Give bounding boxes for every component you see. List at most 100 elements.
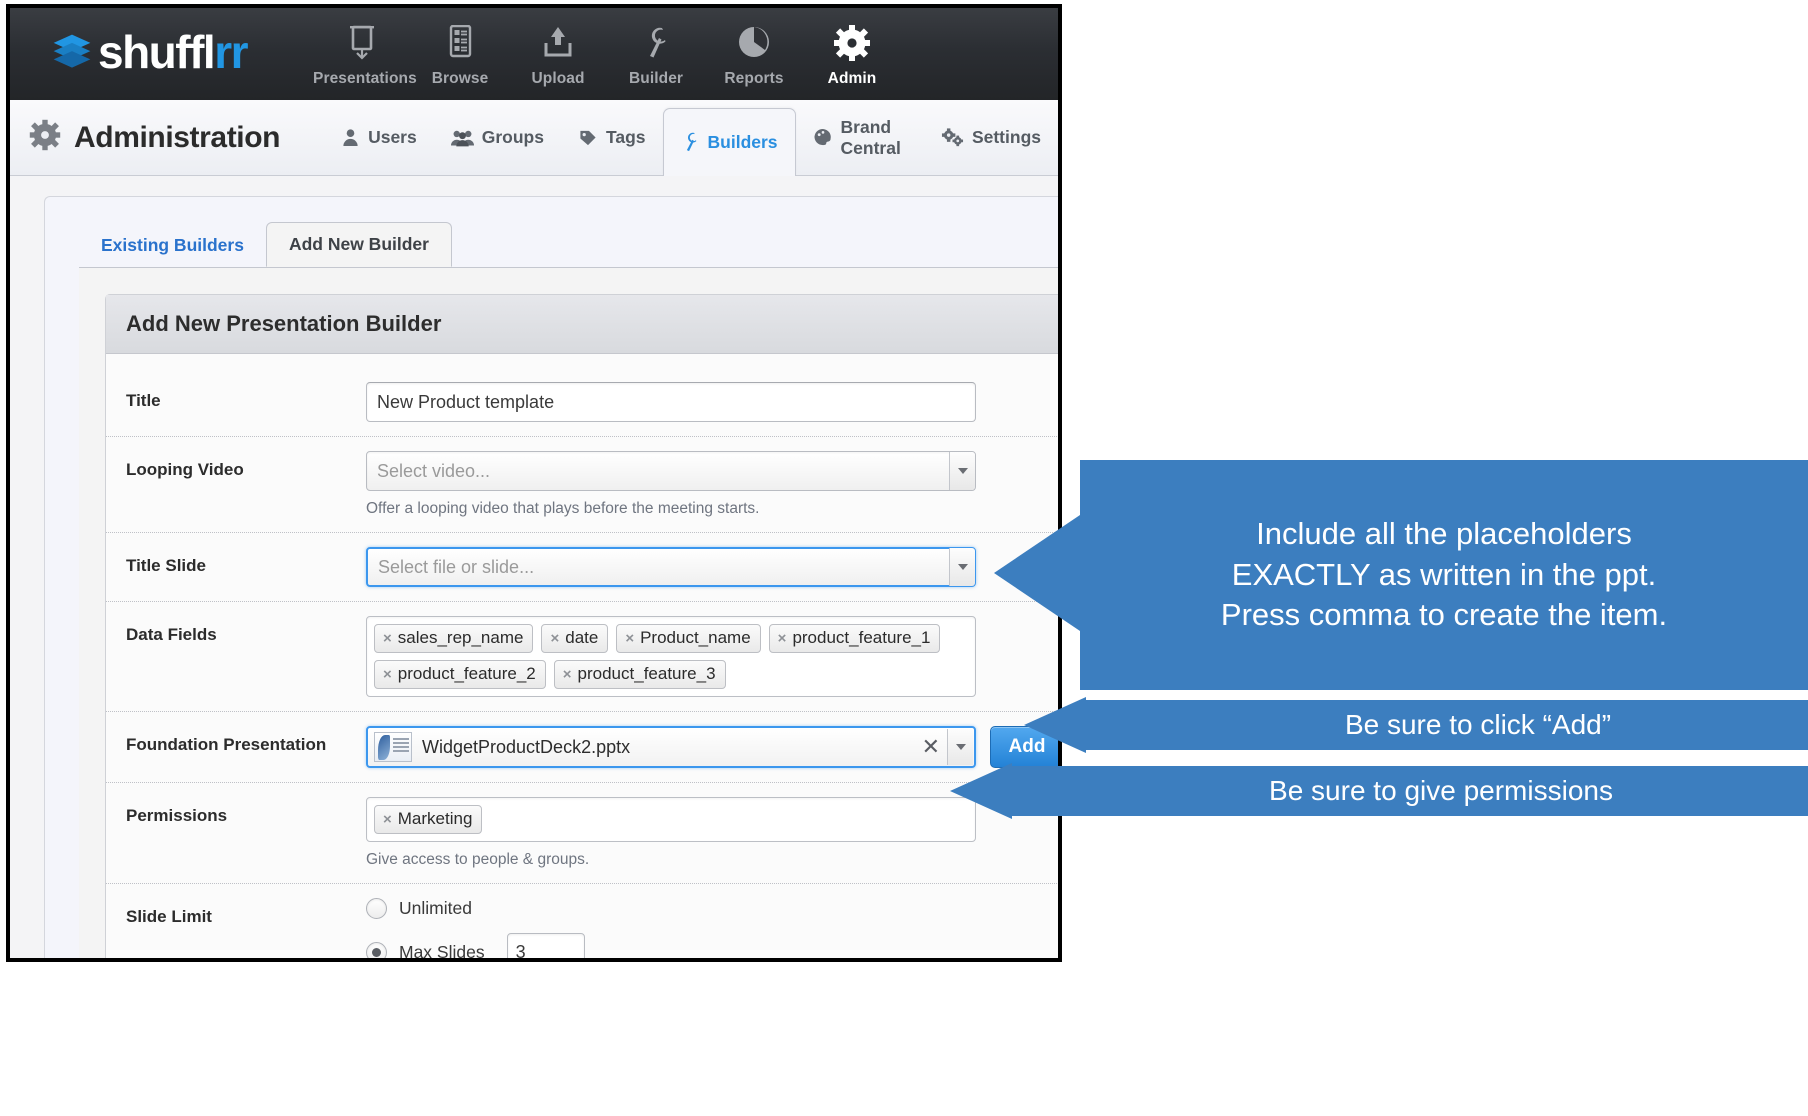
permissions-tag-input[interactable]: × Marketing: [366, 797, 976, 842]
title-input[interactable]: [366, 382, 976, 422]
pie-chart-icon: [705, 22, 803, 64]
admin-tab-tags[interactable]: Tags: [561, 100, 663, 176]
callout-click-add: Be sure to click “Add”: [1024, 697, 1808, 753]
radio-max-slides[interactable]: [366, 941, 387, 958]
form-row-looping-video: Looping Video Select video... Offer a lo…: [106, 437, 1058, 533]
subtab-add-new-builder[interactable]: Add New Builder: [265, 222, 452, 267]
card-title: Add New Presentation Builder: [106, 295, 1058, 354]
label-title-slide: Title Slide: [126, 556, 206, 575]
nav-label-reports: Reports: [724, 70, 784, 87]
data-fields-tag-input[interactable]: × sales_rep_name × date × Product_name ×…: [366, 616, 976, 697]
field-title: [366, 382, 1058, 422]
tag-item[interactable]: × date: [541, 624, 609, 653]
gears-icon: [941, 127, 964, 148]
foundation-dropdown-button[interactable]: [947, 729, 973, 765]
nav-label-admin: Admin: [827, 70, 877, 87]
admin-tab-label-brand-central: Brand Central: [840, 116, 901, 158]
subtab-existing-builders[interactable]: Existing Builders: [79, 224, 266, 267]
tag-remove-icon[interactable]: ×: [625, 631, 634, 646]
shufflrr-logo[interactable]: shufflrr: [50, 22, 249, 82]
callout-placeholders-box: Include all the placeholders EXACTLY as …: [1080, 460, 1808, 690]
nav-label-browse: Browse: [431, 70, 489, 87]
radio-row-unlimited: Unlimited: [366, 898, 1058, 919]
nav-label-upload: Upload: [531, 70, 585, 87]
admin-tab-label-builders: Builders: [707, 131, 778, 152]
label-title: Title: [126, 391, 161, 410]
max-slides-input[interactable]: [506, 933, 585, 958]
tag-item[interactable]: × product_feature_3: [553, 660, 726, 689]
tag-label: Marketing: [397, 809, 473, 828]
chevron-down-icon: [957, 468, 968, 474]
foundation-file-select[interactable]: WidgetProductDeck2.pptx ✕: [366, 726, 976, 768]
add-new-builder-panel: Add New Presentation Builder Title New P…: [79, 267, 1058, 962]
app-window: shufflrr Presentations Browse Upload Bui…: [6, 4, 1062, 962]
shufflrr-logo-icon: [50, 30, 94, 74]
permissions-hint: Give access to people & groups.: [366, 851, 590, 868]
wrench-icon: [607, 22, 705, 64]
tag-remove-icon[interactable]: ×: [383, 812, 392, 827]
title-slide-select[interactable]: Select file or slide...: [366, 547, 976, 587]
field-title-slide: Select file or slide...: [366, 547, 1058, 587]
radio-label-max-slides: Max Slides: [399, 941, 485, 962]
looping-video-select[interactable]: Select video...: [366, 451, 976, 491]
tag-remove-icon[interactable]: ×: [778, 631, 787, 646]
label-looping-video: Looping Video: [126, 460, 244, 479]
tag-remove-icon[interactable]: ×: [563, 667, 572, 682]
foundation-filename: WidgetProductDeck2.pptx: [422, 736, 631, 757]
screenshot-root: shufflrr Presentations Browse Upload Bui…: [0, 0, 1808, 1116]
admin-tab-brand-central[interactable]: Brand Central: [796, 100, 924, 176]
label-foundation-presentation: Foundation Presentation: [126, 735, 327, 754]
form-row-title-slide: Title Slide Select file or slide...: [106, 533, 1058, 602]
logo-text-blue: rr: [214, 26, 248, 78]
callout-placeholders-line2: EXACTLY as written in the ppt.: [1231, 556, 1657, 592]
form-row-data-fields: Data Fields × sales_rep_name × date × Pr…: [106, 602, 1058, 712]
form-row-foundation-presentation: Foundation Presentation WidgetProductDec…: [106, 712, 1058, 783]
nav-item-browse[interactable]: Browse: [411, 16, 509, 88]
title-slide-select-wrap: Select file or slide...: [366, 547, 976, 587]
top-nav-items: Presentations Browse Upload Builder Repo…: [313, 16, 901, 88]
user-icon: [341, 128, 360, 147]
tag-item[interactable]: × product_feature_2: [374, 660, 546, 689]
form-row-slide-limit: Slide Limit Unlimited Max Slides: [106, 884, 1058, 962]
callout-placeholders-line3: Press comma to create the item.: [1220, 597, 1668, 633]
field-foundation-presentation: WidgetProductDeck2.pptx ✕ Add: [366, 726, 1058, 768]
nav-item-builder[interactable]: Builder: [607, 16, 705, 88]
nav-label-builder: Builder: [628, 70, 684, 87]
presentation-screen-icon: [313, 22, 411, 64]
field-data-fields: × sales_rep_name × date × Product_name ×…: [366, 616, 1058, 697]
tag-item[interactable]: × Product_name: [616, 624, 761, 653]
close-x-icon[interactable]: ✕: [922, 734, 940, 760]
admin-tab-label-users: Users: [368, 127, 417, 147]
admin-tab-groups[interactable]: Groups: [434, 100, 561, 176]
subtab-label-add-new-builder: Add New Builder: [288, 234, 429, 254]
tag-remove-icon[interactable]: ×: [550, 631, 559, 646]
callout-placeholders: Include all the placeholders EXACTLY as …: [994, 460, 1808, 690]
add-builder-card: Add New Presentation Builder Title New P…: [105, 294, 1058, 962]
browse-list-icon: [411, 22, 509, 64]
admin-tab-settings[interactable]: Settings: [924, 100, 1058, 176]
looping-video-hint: Offer a looping video that plays before …: [366, 500, 760, 517]
title-slide-dropdown-button[interactable]: [949, 548, 975, 586]
chevron-down-icon: [955, 744, 966, 750]
tag-item[interactable]: × sales_rep_name: [374, 624, 534, 653]
page-title: Administration: [74, 120, 281, 154]
callout-click-add-box: Be sure to click “Add”: [1086, 700, 1808, 750]
tag-item[interactable]: × product_feature_1: [768, 624, 941, 653]
foundation-controls: WidgetProductDeck2.pptx ✕ Add: [366, 726, 1058, 768]
presentation-thumbnail-icon: [374, 732, 412, 762]
tag-remove-icon[interactable]: ×: [383, 631, 392, 646]
nav-item-reports[interactable]: Reports: [705, 16, 803, 88]
nav-item-presentations[interactable]: Presentations: [313, 16, 417, 88]
admin-tab-label-tags: Tags: [605, 127, 646, 147]
admin-tab-users[interactable]: Users: [324, 100, 434, 176]
looping-video-dropdown-button[interactable]: [949, 452, 975, 490]
nav-item-upload[interactable]: Upload: [509, 16, 607, 88]
callout-arrow-left: [1024, 697, 1086, 753]
admin-tab-builders[interactable]: Builders: [662, 107, 796, 176]
administration-header: Administration Users Groups Tags Builder…: [10, 100, 1058, 176]
tag-item[interactable]: × Marketing: [374, 805, 483, 834]
radio-unlimited[interactable]: [366, 898, 387, 919]
tag-label: product_feature_3: [577, 664, 716, 683]
nav-item-admin[interactable]: Admin: [803, 16, 901, 88]
tag-remove-icon[interactable]: ×: [383, 667, 392, 682]
